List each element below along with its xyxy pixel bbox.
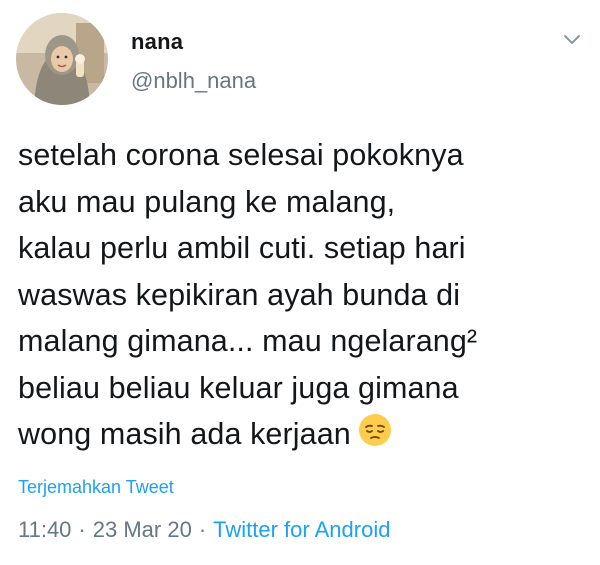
pensive-face-icon [357, 412, 393, 448]
tweet-text-line: waswas kepikiran ayah bunda di [18, 277, 461, 312]
tweet-text-line: setelah corona selesai pokoknya [18, 138, 464, 172]
chevron-down-icon[interactable] [562, 33, 582, 47]
user-handle[interactable]: @nblh_nana [131, 68, 256, 94]
meta-separator: · [198, 517, 207, 542]
tweet-text-line-last: wong masih ada kerjaan [18, 411, 588, 458]
tweet-meta: 11:40 · 23 Mar 20 · Twitter for Android [18, 517, 390, 543]
profile-photo [16, 13, 108, 105]
tweet-card: nana @nblh_nana setelah corona selesai p… [0, 0, 600, 565]
tweet-text-line: kalau perlu ambil cuti. setiap hari [18, 231, 466, 265]
tweet-time[interactable]: 11:40 [18, 517, 71, 542]
tweet-text-line: aku mau pulang ke malang, [18, 184, 396, 219]
avatar[interactable] [16, 13, 108, 105]
display-name[interactable]: nana [131, 29, 183, 55]
translate-tweet-link[interactable]: Terjemahkan Tweet [18, 477, 174, 498]
tweet-text-line: beliau beliau keluar juga gimana [18, 370, 459, 405]
tweet-text-line: malang gimana... mau ngelarang² [18, 324, 478, 358]
tweet-date[interactable]: 23 Mar 20 [93, 517, 192, 542]
tweet-text: setelah corona selesai pokoknya aku mau … [18, 132, 588, 458]
meta-separator: · [78, 517, 86, 542]
tweet-source-link[interactable]: Twitter for Android [213, 517, 390, 542]
tweet-text-line: wong masih ada kerjaan [18, 417, 351, 451]
